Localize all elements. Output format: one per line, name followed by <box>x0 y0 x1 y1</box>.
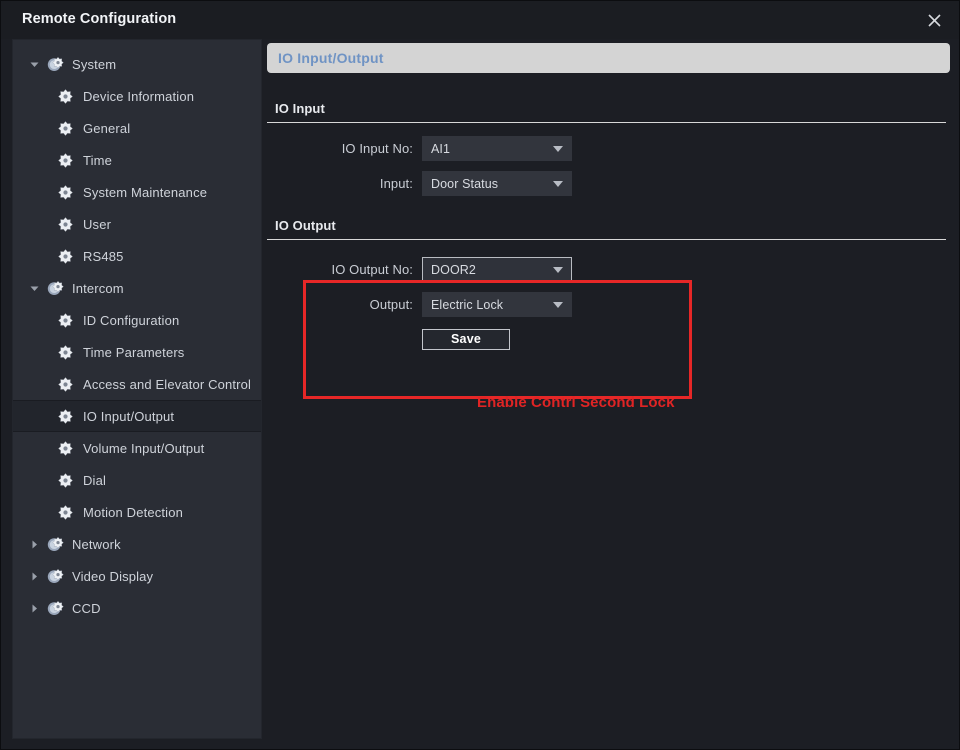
sidebar-item-label: RS485 <box>83 248 124 264</box>
io-input-fields: IO Input No: AI1 Input: Door Status <box>267 123 946 201</box>
field-row: IO Output No: DOOR2 <box>267 252 946 287</box>
chevron-down-icon[interactable] <box>553 180 563 187</box>
field-label: IO Output No: <box>331 262 413 277</box>
gear-icon <box>55 310 75 330</box>
save-row: Save <box>267 322 946 356</box>
sidebar-item-system[interactable]: System <box>13 48 261 80</box>
config-tree: System Device Information General Time Syste… <box>13 40 261 624</box>
field-row: Input: Door Status <box>267 166 946 201</box>
chevron-down-icon[interactable] <box>553 145 563 152</box>
gear-icon <box>55 150 75 170</box>
gear-icon <box>55 214 75 234</box>
chevron-right-icon[interactable] <box>23 572 45 581</box>
io-input-no-select[interactable]: AI1 <box>422 136 572 161</box>
select-value: Door Status <box>431 176 499 191</box>
page-title: IO Input/Output <box>278 50 384 66</box>
sidebar-item-label: Volume Input/Output <box>83 440 205 456</box>
sidebar-item-access-and-elevator-control[interactable]: Access and Elevator Control <box>13 368 261 400</box>
titlebar: Remote Configuration <box>1 1 959 39</box>
chevron-down-icon[interactable] <box>23 60 45 69</box>
sidebar-item-general[interactable]: General <box>13 112 261 144</box>
chevron-down-icon[interactable] <box>553 266 563 273</box>
select-value: DOOR2 <box>431 262 476 277</box>
field-label: Input: <box>379 176 413 191</box>
gear-folder-icon <box>45 534 65 554</box>
sidebar: System Device Information General Time Syste… <box>12 39 262 739</box>
sidebar-item-rs485[interactable]: RS485 <box>13 240 261 272</box>
annotation-text: Enable Contrl Second Lock <box>477 394 675 411</box>
sidebar-item-network[interactable]: Network <box>13 528 261 560</box>
sidebar-item-label: Time <box>83 152 113 168</box>
sidebar-item-label: ID Configuration <box>83 312 180 328</box>
sidebar-item-device-information[interactable]: Device Information <box>13 80 261 112</box>
sidebar-item-label: IO Input/Output <box>83 408 175 424</box>
gear-icon <box>55 374 75 394</box>
sidebar-item-video-display[interactable]: Video Display <box>13 560 261 592</box>
gear-folder-icon <box>45 54 65 74</box>
sidebar-item-label: General <box>83 120 131 136</box>
sidebar-item-io-input-output[interactable]: IO Input/Output <box>13 400 261 432</box>
gear-folder-icon <box>45 566 65 586</box>
io-output-section-title: IO Output <box>275 218 336 233</box>
io-output-no-select[interactable]: DOOR2 <box>422 257 572 282</box>
sidebar-item-label: Time Parameters <box>83 344 185 360</box>
close-icon[interactable] <box>919 6 949 34</box>
input-select[interactable]: Door Status <box>422 171 572 196</box>
field-label: IO Input No: <box>341 141 413 156</box>
sidebar-item-label: System Maintenance <box>83 184 208 200</box>
io-input-section: IO Input IO Input No: AI1 Input: Door Statu… <box>267 101 946 201</box>
sidebar-item-label: Intercom <box>72 280 124 296</box>
sidebar-item-id-configuration[interactable]: ID Configuration <box>13 304 261 336</box>
sidebar-item-label: Dial <box>83 472 106 488</box>
gear-folder-icon <box>45 598 65 618</box>
chevron-right-icon[interactable] <box>23 540 45 549</box>
sidebar-item-label: Device Information <box>83 88 195 104</box>
chevron-down-icon[interactable] <box>553 301 563 308</box>
page-header: IO Input/Output <box>267 43 950 73</box>
window-title: Remote Configuration <box>22 11 177 27</box>
select-value: AI1 <box>431 141 451 156</box>
gear-folder-icon <box>45 278 65 298</box>
gear-icon <box>55 438 75 458</box>
content-panel: IO Input/Output IO Input IO Input No: AI1… <box>267 39 951 739</box>
chevron-right-icon[interactable] <box>23 604 45 613</box>
sidebar-item-user[interactable]: User <box>13 208 261 240</box>
sidebar-item-label: Access and Elevator Control <box>83 376 252 392</box>
gear-icon <box>55 470 75 490</box>
select-value: Electric Lock <box>431 297 504 312</box>
field-row: Output: Electric Lock <box>267 287 946 322</box>
sidebar-item-motion-detection[interactable]: Motion Detection <box>13 496 261 528</box>
sidebar-item-time[interactable]: Time <box>13 144 261 176</box>
gear-icon <box>55 118 75 138</box>
chevron-down-icon[interactable] <box>23 284 45 293</box>
sidebar-item-volume-input-output[interactable]: Volume Input/Output <box>13 432 261 464</box>
sidebar-item-time-parameters[interactable]: Time Parameters <box>13 336 261 368</box>
sidebar-item-label: Network <box>72 536 121 552</box>
sidebar-item-intercom[interactable]: Intercom <box>13 272 261 304</box>
gear-icon <box>55 182 75 202</box>
sidebar-item-label: System <box>72 56 117 72</box>
gear-icon <box>55 86 75 106</box>
remote-configuration-window: Remote Configuration System Device Inform… <box>0 0 960 750</box>
sidebar-item-label: Video Display <box>72 568 154 584</box>
output-select[interactable]: Electric Lock <box>422 292 572 317</box>
sidebar-item-label: Motion Detection <box>83 504 183 520</box>
io-output-fields: IO Output No: DOOR2 Output: Electric Lock <box>267 240 946 322</box>
gear-icon <box>55 342 75 362</box>
field-label: Output: <box>369 297 413 312</box>
gear-icon <box>55 246 75 266</box>
sidebar-item-label: User <box>83 216 112 232</box>
gear-icon <box>55 502 75 522</box>
sidebar-item-label: CCD <box>72 600 101 616</box>
sidebar-item-system-maintenance[interactable]: System Maintenance <box>13 176 261 208</box>
io-output-section: IO Output IO Output No: DOOR2 Output: Elect… <box>267 218 946 356</box>
sidebar-item-dial[interactable]: Dial <box>13 464 261 496</box>
io-input-section-title: IO Input <box>275 101 325 116</box>
field-row: IO Input No: AI1 <box>267 131 946 166</box>
gear-icon <box>55 406 75 426</box>
save-button[interactable]: Save <box>422 328 510 350</box>
sidebar-item-ccd[interactable]: CCD <box>13 592 261 624</box>
